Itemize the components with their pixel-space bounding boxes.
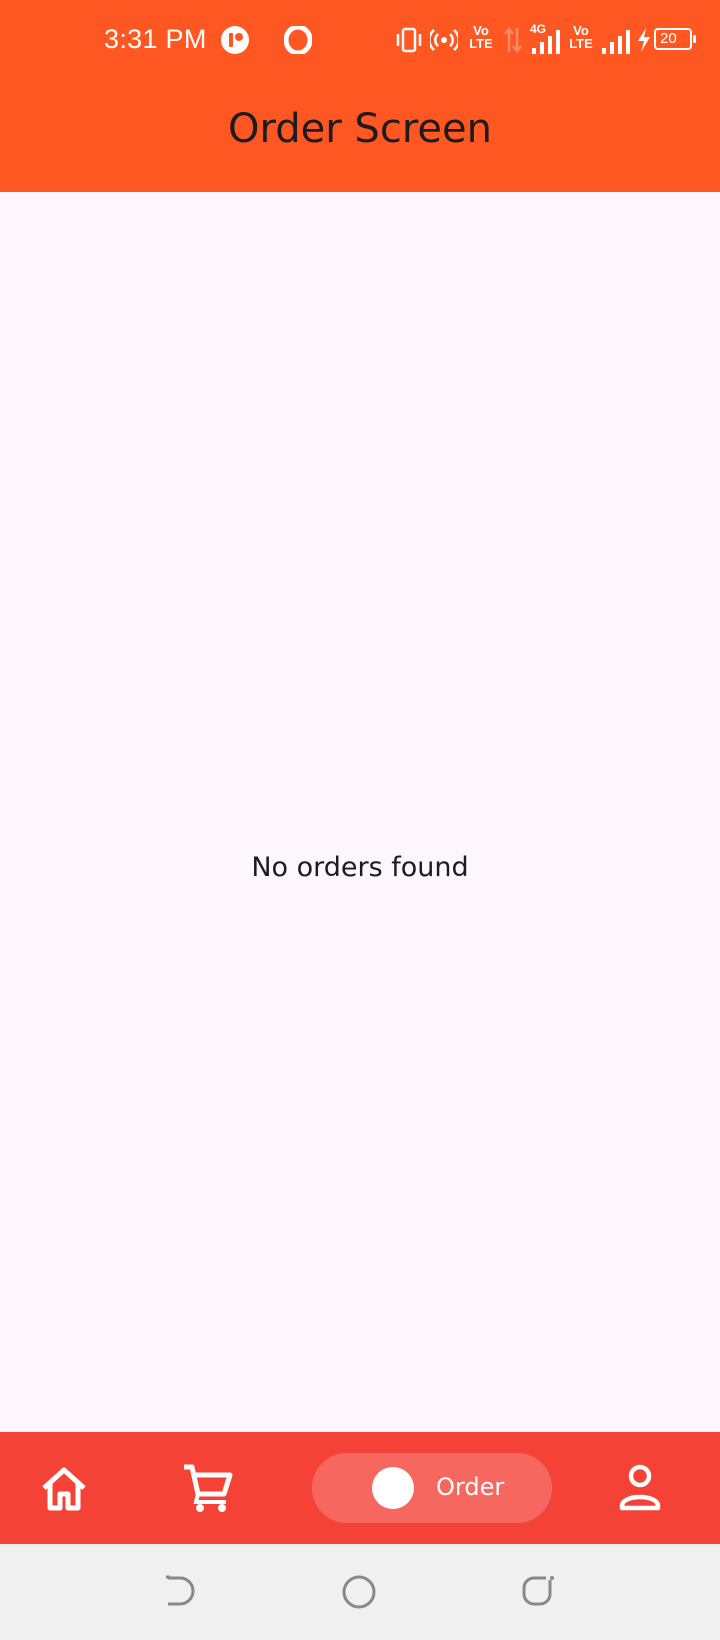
nav-order-button[interactable]: Order bbox=[312, 1453, 552, 1523]
home-icon bbox=[42, 1467, 86, 1511]
app-header: 3:31 PM Vo LTE 4G Vo LTE 20 Order Screen bbox=[0, 0, 720, 192]
recents-icon[interactable] bbox=[522, 1574, 556, 1608]
empty-state-message: No orders found bbox=[251, 852, 469, 883]
volte-label: Vo LTE bbox=[469, 23, 493, 51]
volte-icon: Vo LTE bbox=[466, 24, 496, 50]
status-time: 3:31 PM bbox=[104, 24, 207, 54]
opera-icon bbox=[284, 26, 312, 54]
home-circle-icon[interactable] bbox=[341, 1574, 377, 1610]
nav-order-label: Order bbox=[436, 1473, 505, 1501]
status-bar: 3:31 PM Vo LTE 4G Vo LTE 20 bbox=[0, 0, 720, 82]
battery-level: 20 bbox=[660, 30, 677, 47]
signal-4g-icon: 4G bbox=[530, 22, 564, 54]
battery-icon: 20 bbox=[654, 28, 696, 50]
charging-icon bbox=[638, 28, 650, 52]
vibrate-icon bbox=[396, 27, 422, 53]
order-icon bbox=[372, 1467, 414, 1509]
system-navigation-bar bbox=[0, 1544, 720, 1640]
app-notification-icon bbox=[221, 26, 249, 54]
signal-icon bbox=[602, 30, 630, 54]
volte-icon-2: Vo LTE bbox=[566, 24, 596, 50]
bottom-navigation-bar: Order bbox=[0, 1432, 720, 1544]
nav-profile-button[interactable] bbox=[618, 1464, 662, 1512]
order-list-area: No orders found bbox=[0, 192, 720, 1432]
nav-home-button[interactable] bbox=[38, 1464, 90, 1512]
cart-icon bbox=[184, 1464, 233, 1512]
nav-cart-button[interactable] bbox=[182, 1462, 234, 1514]
volte-label-2: Vo LTE bbox=[569, 23, 593, 51]
profile-icon bbox=[619, 1464, 661, 1511]
page-title: Order Screen bbox=[228, 106, 492, 152]
data-arrows-icon bbox=[504, 26, 522, 54]
back-icon[interactable] bbox=[164, 1574, 196, 1608]
hotspot-icon bbox=[430, 29, 458, 51]
